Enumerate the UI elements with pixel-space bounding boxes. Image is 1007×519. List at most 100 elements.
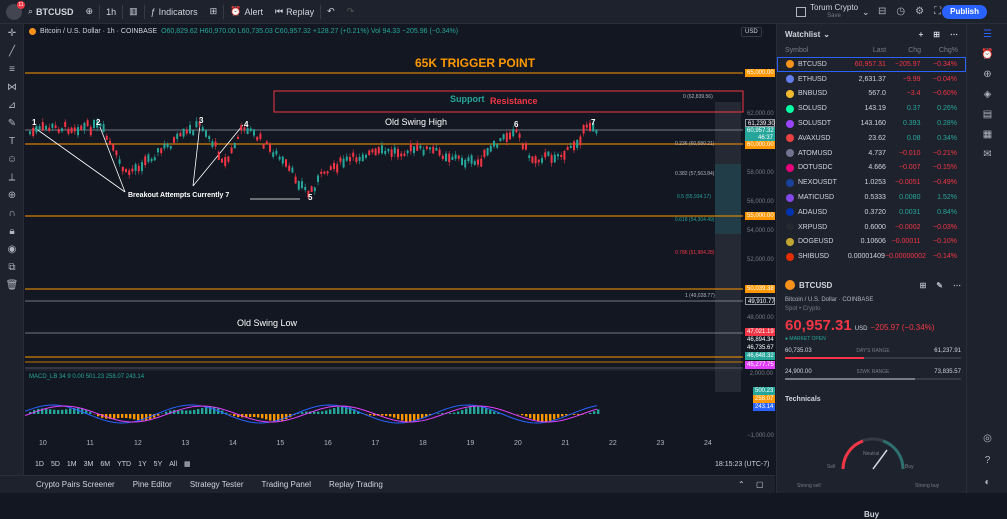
candle (263, 144, 265, 148)
watchlist-row[interactable]: ETHUSD2,631.37−9.99−0.04% (777, 72, 966, 87)
templates-button[interactable]: ⊞ (204, 0, 224, 24)
pattern-icon[interactable]: ⋈ (0, 78, 24, 96)
col-last[interactable]: Last (845, 47, 886, 54)
emoji-icon[interactable]: ☺ (0, 150, 24, 168)
layout-menu[interactable]: Torum CryptoSave ⌄ (796, 4, 870, 20)
layers-icon[interactable]: ⧉ (0, 258, 24, 276)
candle (304, 187, 306, 190)
watchlist-row[interactable]: MATICUSD0.53330.00801.52% (777, 190, 966, 205)
data-window-icon[interactable]: ⊕ (967, 64, 1007, 84)
edit-icon[interactable]: ✎ (936, 281, 943, 290)
tf-ytd[interactable]: YTD (117, 461, 131, 468)
row-last: 0.10606 (846, 238, 886, 245)
chart-type-button[interactable]: ▥ (123, 0, 144, 24)
fib-icon[interactable]: ≡ (0, 60, 24, 78)
col-chg-pct[interactable]: Chg% (921, 47, 958, 54)
more-icon[interactable]: ⋯ (953, 281, 961, 290)
tab-screener[interactable]: Crypto Pairs Screener (36, 480, 115, 489)
watchlist-row[interactable]: ADAUSD0.37200.00310.84% (777, 205, 966, 220)
tab-strategy-tester[interactable]: Strategy Tester (190, 480, 244, 489)
candle (39, 126, 41, 129)
notes-icon[interactable]: ▤ (967, 104, 1007, 124)
row-chg: −0.0002 (886, 224, 921, 231)
tab-trading-panel[interactable]: Trading Panel (262, 480, 312, 489)
tf-6m[interactable]: 6M (100, 461, 110, 468)
projection-icon[interactable]: ⊿ (0, 96, 24, 114)
alert-button[interactable]: ⏰Alert (224, 0, 269, 24)
detail-symbol[interactable]: BTCUSD (799, 281, 832, 290)
eye-icon[interactable]: ◉ (0, 240, 24, 258)
fullscreen-icon[interactable]: ⛶ (934, 6, 941, 17)
date-range-icon[interactable]: ▦ (184, 460, 191, 468)
watchlist-row[interactable]: DOGEUSD0.10606−0.00011−0.10% (777, 235, 966, 250)
trendline-icon[interactable]: ╱ (0, 42, 24, 60)
watchlist-title[interactable]: Watchlist (785, 30, 820, 39)
add-symbol-icon[interactable]: + (919, 30, 924, 39)
columns-icon[interactable]: ⊞ (933, 30, 940, 39)
ideas-icon[interactable]: ◎ (967, 428, 1007, 448)
tab-replay-trading[interactable]: Replay Trading (329, 480, 383, 489)
calendar-icon[interactable]: ▦ (967, 124, 1007, 144)
watchlist-row[interactable]: SOLUSDT143.1600.3930.28% (777, 116, 966, 131)
layout-grid-icon[interactable]: ⊟ (878, 6, 886, 17)
more-icon[interactable]: ⋯ (950, 30, 958, 39)
tf-5y[interactable]: 5Y (154, 461, 163, 468)
tf-all[interactable]: All (169, 461, 177, 468)
add-symbol-button[interactable]: ⊕ (80, 0, 100, 24)
redo-button[interactable]: ↷ (341, 0, 361, 24)
tf-1y[interactable]: 1Y (138, 461, 147, 468)
chevron-down-icon[interactable]: ⌄ (823, 30, 830, 39)
timeframe-bar: 1D 5D 1M 3M 6M YTD 1Y 5Y All ▦ 18:15:23 … (25, 456, 775, 472)
user-avatar[interactable]: 11 (6, 4, 22, 20)
trash-icon[interactable]: 🗑︎ (0, 276, 24, 294)
watchlist-icon[interactable]: ☰ (967, 24, 1007, 44)
watchlist-row[interactable]: DOTUSDC4.666−0.007−0.15% (777, 161, 966, 176)
brush-icon[interactable]: ✎ (0, 114, 24, 132)
text-icon[interactable]: T (0, 132, 24, 150)
col-symbol[interactable]: Symbol (785, 47, 845, 54)
undo-button[interactable]: ↶ (321, 0, 341, 24)
watchlist-row[interactable]: SHIBUSD0.00001409−0.00000002−0.14% (777, 249, 966, 264)
watchlist-row[interactable]: BNBUSD567.0−3.4−0.60% (777, 87, 966, 102)
tf-1m[interactable]: 1M (67, 461, 77, 468)
watchlist-row[interactable]: ATOMUSD4.737−0.010−0.21% (777, 146, 966, 161)
time-label: 19 (467, 440, 475, 447)
watchlist-row[interactable]: AVAXUSD23.620.080.34% (777, 131, 966, 146)
tf-1d[interactable]: 1D (35, 461, 44, 468)
chart-area[interactable]: Bitcoin / U.S. Dollar · 1h · COINBASE O6… (25, 24, 775, 475)
zoom-icon[interactable]: ⊕ (0, 186, 24, 204)
col-chg[interactable]: Chg (886, 47, 921, 54)
candle (227, 157, 229, 162)
publish-button[interactable]: Publish (942, 5, 987, 19)
lock-icon[interactable]: 🔒︎ (0, 222, 24, 240)
grid-icon[interactable]: ⊞ (920, 281, 927, 290)
watchlist-row[interactable]: BTCUSD60,957.31−205.97−0.34% (777, 57, 966, 72)
tf-5d[interactable]: 5D (51, 461, 60, 468)
watchlist-row[interactable]: NEXOUSDT1.0253−0.0051−0.49% (777, 175, 966, 190)
interval-button[interactable]: 1h (100, 0, 122, 24)
hotlist-icon[interactable]: ◐ (967, 472, 1007, 492)
watchlist-row[interactable]: SOLUSD143.190.370.26% (777, 101, 966, 116)
cursor-icon[interactable]: ✛ (0, 24, 24, 42)
maximize-icon[interactable]: ▢ (756, 480, 764, 489)
timer-icon[interactable]: ◷ (896, 6, 905, 17)
candle (320, 172, 322, 174)
ruler-icon[interactable]: ⟂ (0, 168, 24, 186)
magnet-icon[interactable]: ∩ (0, 204, 24, 222)
tab-pine-editor[interactable]: Pine Editor (133, 480, 172, 489)
settings-icon[interactable]: ⚙ (915, 6, 924, 17)
watchlist-row[interactable]: XRPUSD0.6000−0.0002−0.03% (777, 220, 966, 235)
currency-selector[interactable]: USD (741, 27, 762, 37)
price-tag: 46,894.34 (745, 336, 775, 344)
alerts-icon[interactable]: ⏰ (967, 44, 1007, 64)
layers-icon[interactable]: ◈ (967, 84, 1007, 104)
replay-button[interactable]: ⏮Replay (269, 0, 320, 24)
candle (429, 147, 431, 149)
indicators-button[interactable]: ƒIndicators (145, 0, 204, 24)
help-icon[interactable]: ? (967, 450, 1007, 470)
chat-icon[interactable]: ✉ (967, 144, 1007, 164)
collapse-icon[interactable]: ⌃ (738, 480, 745, 489)
row-last: 2,631.37 (846, 76, 886, 83)
symbol-search[interactable]: ⌕BTCUSD (22, 0, 80, 24)
tf-3m[interactable]: 3M (84, 461, 94, 468)
